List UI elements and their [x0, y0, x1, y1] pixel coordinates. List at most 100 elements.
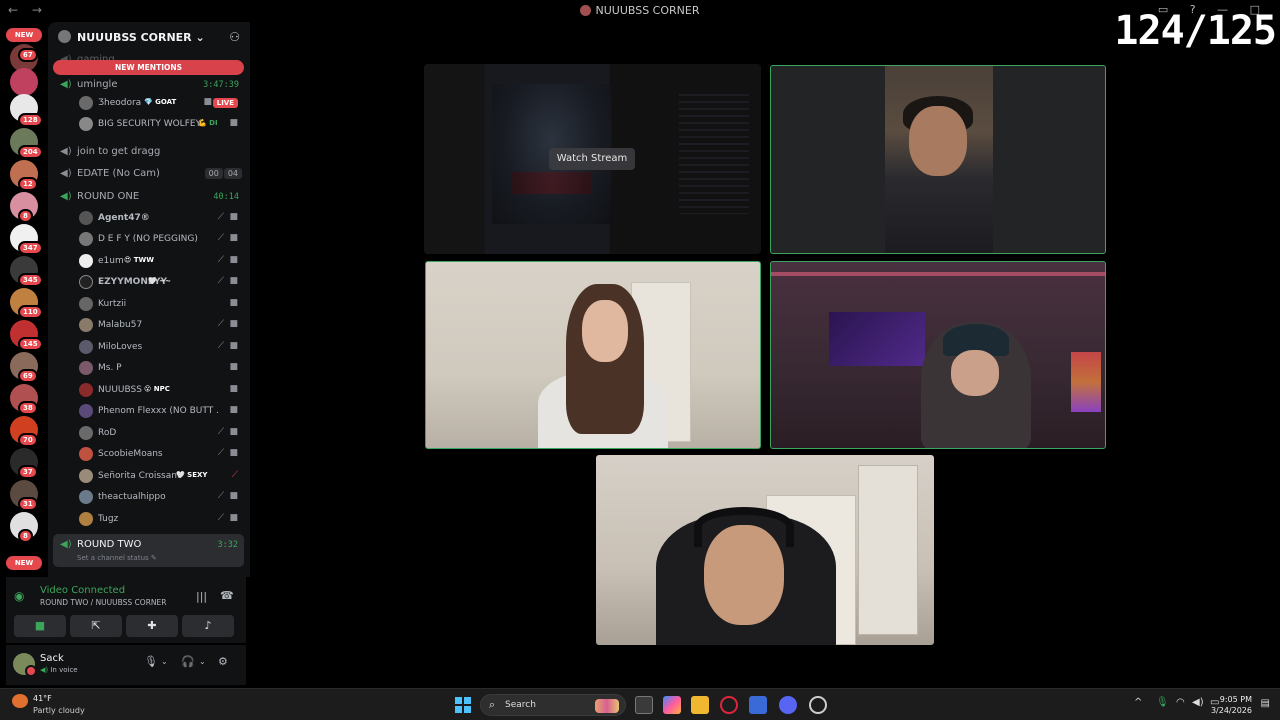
new-unreads-pill[interactable]: NEW: [6, 556, 42, 570]
chevron-down-icon[interactable]: ⌄: [161, 657, 168, 666]
voice-user[interactable]: theactualhippo ⟋ ■: [48, 487, 250, 508]
muted-icon: ⟋: [217, 255, 224, 265]
new-mentions-bar[interactable]: NEW MENTIONS: [53, 60, 244, 75]
voice-user[interactable]: RoD ⟋ ■: [48, 423, 250, 444]
participant-figure: [582, 300, 628, 362]
channel-edate[interactable]: ◀) EDATE (No Cam) 00 04: [48, 164, 250, 184]
opera-icon[interactable]: [720, 696, 738, 714]
channel-round-one[interactable]: ◀) ROUND ONE 40:14: [48, 187, 250, 207]
voice-user[interactable]: BIG SECURITY WOLFEY 💪 DI ■: [48, 114, 250, 135]
voice-active-icon: ◀): [40, 666, 49, 674]
new-unreads-pill[interactable]: NEW: [6, 28, 42, 42]
camera-feed-background: [771, 272, 1105, 276]
avatar[interactable]: [13, 653, 37, 677]
camera-icon: ■: [229, 319, 238, 329]
participant-figure: [694, 507, 794, 547]
voice-user[interactable]: Señorita Croissant 🤍 SEXY ⟋: [48, 466, 250, 487]
voice-user[interactable]: MiloLoves ⟋ ■: [48, 337, 250, 358]
channel-sidebar: NUUUBSS CORNER ⌄ ⚇ ◀) gaming NEW MENTION…: [48, 22, 250, 577]
noise-suppression-icon[interactable]: |||: [196, 590, 207, 603]
voice-user[interactable]: ScoobieMoans ⟋ ■: [48, 444, 250, 465]
channel-round-two[interactable]: ◀) ROUND TWO 3:32 Set a channel status ✎: [53, 534, 244, 567]
voice-user[interactable]: Phenom Flexxx (NO BUTT ... ■: [48, 401, 250, 422]
camera-button[interactable]: ■: [14, 615, 66, 637]
soundboard-button[interactable]: ♪: [182, 615, 234, 637]
voice-user[interactable]: Ʒheodora 💎 GOAT ■ LIVE: [48, 93, 250, 114]
muted-icon: ⟋: [217, 233, 224, 243]
video-tile[interactable]: [770, 261, 1106, 449]
task-view-icon[interactable]: [635, 696, 653, 714]
speaker-icon: ◀): [60, 168, 72, 179]
weather-desc[interactable]: Partly cloudy: [33, 706, 85, 715]
volume-icon[interactable]: ◀): [1192, 697, 1204, 708]
app-icon[interactable]: [809, 696, 827, 714]
channel-umingle[interactable]: ◀) umingle 3:47:39: [48, 75, 250, 95]
share-screen-button[interactable]: ⇱: [70, 615, 122, 637]
invite-people-icon[interactable]: ⚇: [229, 30, 240, 44]
notification-icon[interactable]: ▤: [1261, 698, 1270, 709]
stream-counter-overlay: 124/125: [1114, 8, 1277, 54]
camera-icon: ■: [229, 491, 238, 501]
activities-button[interactable]: ✚: [126, 615, 178, 637]
avatar: [79, 490, 93, 504]
muted-icon: ⟋: [217, 491, 224, 501]
voice-timer: 40:14: [213, 192, 239, 202]
weather-icon[interactable]: [12, 694, 28, 708]
headphones-icon[interactable]: 🎧: [181, 655, 195, 668]
channel-join-to-get-dragg[interactable]: ◀) join to get dragg: [48, 142, 250, 162]
disconnect-icon[interactable]: ☎: [220, 589, 234, 602]
camera-feed-background: [829, 312, 925, 366]
participant-figure: [951, 350, 999, 396]
voice-user[interactable]: EZYYMONEYY 🤍 ~~ ⟋ ■: [48, 272, 250, 293]
microphone-icon[interactable]: 🎙: [1156, 697, 1169, 708]
voice-user[interactable]: Agent47® ⟋ ■: [48, 208, 250, 229]
voice-user[interactable]: Kurtzii ■: [48, 294, 250, 315]
camera-icon: ■: [34, 619, 46, 632]
microphone-icon[interactable]: 🎙: [144, 655, 158, 668]
voice-user[interactable]: e1um 😍 TWW ⟋ ■: [48, 251, 250, 272]
server-icon[interactable]: [10, 68, 38, 96]
avatar: [79, 447, 93, 461]
discord-icon[interactable]: [779, 696, 797, 714]
voice-user[interactable]: Malabu57 ⟋ ■: [48, 315, 250, 336]
settings-gear-icon[interactable]: ⚙: [218, 655, 228, 668]
stream-tile[interactable]: Watch Stream: [424, 64, 761, 254]
channel-status[interactable]: Set a channel status ✎: [77, 554, 157, 562]
user-panel: Sack ◀) In voice 🎙 ⌄ 🎧 ⌄ ⚙: [6, 645, 246, 685]
voice-user[interactable]: Ms. P ■: [48, 358, 250, 379]
weather-temp[interactable]: 41°F: [33, 694, 52, 703]
chevron-down-icon[interactable]: ⌄: [199, 657, 206, 666]
voice-channel-path[interactable]: ROUND TWO / NUUUBSS CORNER: [40, 598, 166, 607]
store-icon[interactable]: [749, 696, 767, 714]
clock[interactable]: 9:05 PM 3/24/2026: [1211, 694, 1252, 716]
voice-connection-panel: ◉ Video Connected ROUND TWO / NUUUBSS CO…: [6, 577, 246, 643]
avatar: [79, 383, 93, 397]
avatar: [79, 318, 93, 332]
muted-icon: ⟋: [217, 319, 224, 329]
signal-icon[interactable]: ◉: [14, 589, 24, 603]
speaker-icon: ◀): [60, 539, 72, 550]
muted-icon: ⟋: [217, 276, 224, 286]
mention-badge: 37: [18, 465, 38, 479]
soundboard-icon: ♪: [204, 619, 212, 632]
video-tile[interactable]: [425, 261, 761, 449]
camera-icon: ■: [229, 212, 238, 222]
copilot-icon[interactable]: [663, 696, 681, 714]
video-tile[interactable]: [770, 65, 1106, 254]
chevron-up-icon[interactable]: ^: [1134, 697, 1142, 708]
file-explorer-icon[interactable]: [691, 696, 709, 714]
user-name[interactable]: Sack: [40, 653, 64, 664]
start-button[interactable]: [455, 697, 471, 713]
wifi-icon[interactable]: ◠: [1176, 697, 1185, 708]
voice-timer: 3:32: [217, 540, 238, 550]
voice-user[interactable]: D E F Y (NO PEGGING) ⟋ ■: [48, 229, 250, 250]
mention-badge: 110: [18, 305, 43, 319]
avatar: [79, 340, 93, 354]
watch-stream-button[interactable]: Watch Stream: [549, 148, 635, 170]
voice-user[interactable]: NUUUBSS 😮 NPC ■: [48, 380, 250, 401]
mention-badge: 8: [18, 209, 33, 223]
voice-user[interactable]: Tugz ⟋ ■: [48, 509, 250, 530]
voice-status[interactable]: Video Connected: [40, 585, 125, 596]
taskbar-search[interactable]: ⌕ Search: [480, 694, 626, 716]
video-tile-self[interactable]: [596, 455, 934, 645]
